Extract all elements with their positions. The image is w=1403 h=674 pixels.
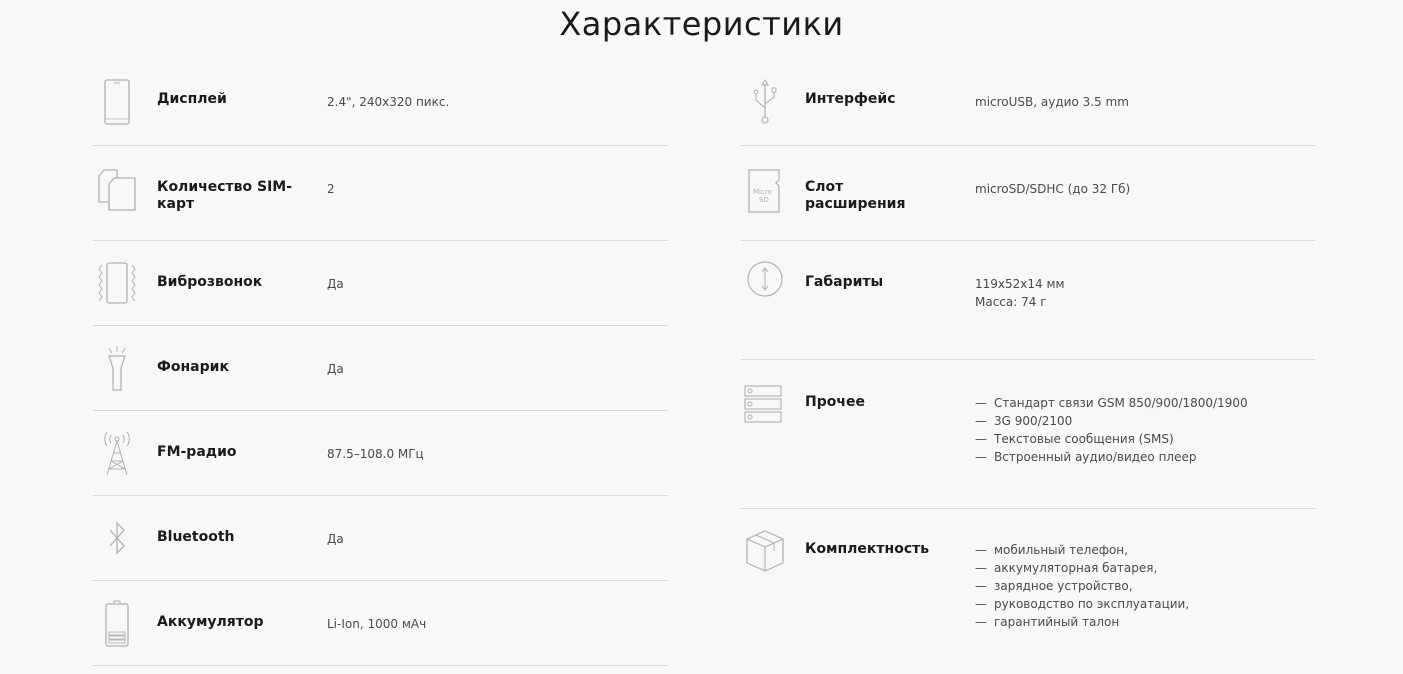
spec-label: Bluetooth: [157, 529, 235, 545]
bluetooth-icon: [95, 516, 139, 564]
spec-label: Количество SIM-карт: [157, 179, 293, 212]
radio-tower-icon: [95, 429, 139, 477]
microsd-card-text: Micro: [753, 188, 772, 196]
spec-value: 2: [327, 182, 335, 196]
specs-left-column: Дисплей 2.4", 240x320 пикс. Количество S…: [93, 58, 668, 666]
flashlight-icon: [95, 344, 139, 392]
list-item: Встроенный аудио/видео плеер: [975, 448, 1248, 466]
spec-label: FM-радио: [157, 444, 237, 460]
spec-row-battery: Аккумулятор Li-Ion, 1000 мАч: [93, 581, 668, 666]
spec-row-expansion-slot: Micro SD Слот расширения microSD/SDHC (до…: [741, 146, 1315, 241]
microsd-card-icon: Micro SD: [743, 166, 787, 214]
spec-row-interface: Интерфейс microUSB, аудио 3.5 mm: [741, 58, 1315, 146]
spec-row-other: Прочее Стандарт связи GSM 850/900/1800/1…: [741, 360, 1315, 509]
specs-right-column: Интерфейс microUSB, аудио 3.5 mm Micro SD…: [741, 58, 1315, 659]
spec-label: Виброзвонок: [157, 274, 263, 290]
spec-label: Интерфейс: [805, 91, 896, 107]
spec-value: 87.5–108.0 МГц: [327, 447, 424, 461]
list-item: зарядное устройство,: [975, 577, 1189, 595]
list-item: мобильный телефон,: [975, 541, 1189, 559]
spec-row-vibration: Виброзвонок Да: [93, 241, 668, 326]
spec-label: Аккумулятор: [157, 614, 264, 630]
spec-row-flashlight: Фонарик Да: [93, 326, 668, 411]
list-icon: [743, 382, 787, 430]
list-item: Стандарт связи GSM 850/900/1800/1900: [975, 394, 1248, 412]
sim-cards-icon: [95, 166, 139, 214]
spec-value: Да: [327, 277, 344, 291]
spec-value: 2.4", 240x320 пикс.: [327, 95, 450, 109]
spec-row-display: Дисплей 2.4", 240x320 пикс.: [93, 58, 668, 146]
phone-display-icon: [95, 78, 139, 126]
dimensions-icon: [743, 257, 787, 305]
list-item: гарантийный талон: [975, 613, 1189, 631]
spec-label: Дисплей: [157, 91, 227, 107]
page-title: Характеристики: [559, 5, 844, 43]
list-item: 3G 900/2100: [975, 412, 1248, 430]
list-item: Текстовые сообщения (SMS): [975, 430, 1248, 448]
spec-value-list: Стандарт связи GSM 850/900/1800/1900 3G …: [975, 394, 1248, 466]
battery-icon: [95, 599, 139, 647]
spec-value-list: мобильный телефон, аккумуляторная батаре…: [975, 541, 1189, 631]
spec-row-fm-radio: FM-радио 87.5–108.0 МГц: [93, 411, 668, 496]
spec-label: Фонарик: [157, 359, 229, 375]
spec-value: microUSB, аудио 3.5 mm: [975, 95, 1129, 109]
spec-row-package: Комплектность мобильный телефон, аккумул…: [741, 509, 1315, 659]
spec-row-sim: Количество SIM-карт 2: [93, 146, 668, 241]
spec-value: Li-Ion, 1000 мАч: [327, 617, 427, 631]
spec-label: Комплектность: [805, 541, 930, 557]
spec-row-bluetooth: Bluetooth Да: [93, 496, 668, 581]
spec-label: Прочее: [805, 394, 865, 410]
spec-label: Слот расширения: [805, 179, 906, 212]
spec-row-dimensions: Габариты 119x52x14 мм Масса: 74 г: [741, 241, 1315, 360]
spec-value-line: Масса: 74 г: [975, 295, 1047, 309]
microsd-card-text: SD: [759, 196, 769, 204]
vibration-icon: [95, 259, 139, 307]
spec-value: Да: [327, 532, 344, 546]
spec-value-line: 119x52x14 мм: [975, 277, 1065, 291]
list-item: руководство по эксплуатации,: [975, 595, 1189, 613]
spec-value: 119x52x14 мм Масса: 74 г: [975, 275, 1065, 311]
spec-value: Да: [327, 362, 344, 376]
spec-value: microSD/SDHC (до 32 Гб): [975, 182, 1131, 196]
usb-icon: [743, 78, 787, 126]
list-item: аккумуляторная батарея,: [975, 559, 1189, 577]
spec-label: Габариты: [805, 274, 884, 290]
box-icon: [743, 527, 787, 575]
